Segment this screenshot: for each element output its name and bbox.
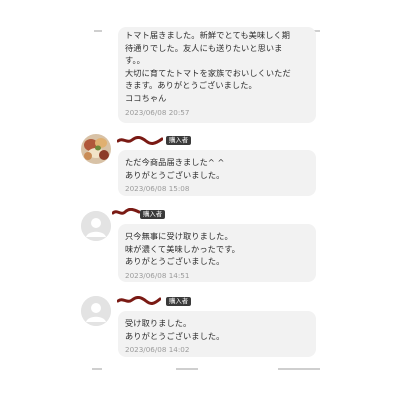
food-photo-avatar[interactable] xyxy=(81,134,111,164)
redacted-username xyxy=(117,296,161,305)
review-bubble: 受け取りました。 ありがとうございました。 2023/06/08 14:02 xyxy=(118,311,316,357)
review-text-line: 待通りでした。友人にも送りたいと思いま xyxy=(125,42,283,53)
bottom-divider-mark xyxy=(278,368,320,370)
review-timestamp: 2023/06/08 20:57 xyxy=(125,107,190,117)
top-divider-mark xyxy=(94,30,102,32)
review-text-line: 味が濃くて美味しかったです。 xyxy=(125,243,240,254)
review-text-line: す。。 xyxy=(125,55,145,66)
review-text-line: ありがとうございました。 xyxy=(125,330,225,341)
bottom-divider-mark xyxy=(92,368,102,370)
default-user-avatar[interactable] xyxy=(81,211,111,241)
review-text-line: 受け取りました。 xyxy=(125,318,192,328)
review-text-line: 大切に育てたトマトを家族でおいしくいただ xyxy=(125,67,291,78)
review-text-line: ありがとうございました。 xyxy=(125,169,225,180)
review-text-line: 只今無事に受け取りました。 xyxy=(125,231,233,241)
review-text-line: きます。ありがとうございました。 xyxy=(125,80,257,91)
buyer-badge: 購入者 xyxy=(166,136,192,145)
redacted-username xyxy=(112,208,140,215)
review-text-line: ありがとうございました。 xyxy=(125,256,225,267)
review-bubble: トマト届きました。新鮮でとても美味しく期 待通りでした。友人にも送りたいと思いま… xyxy=(118,27,316,123)
review-timestamp: 2023/06/08 14:02 xyxy=(125,345,190,355)
buyer-badge: 購入者 xyxy=(166,297,192,306)
bottom-divider-mark xyxy=(176,368,198,370)
redacted-username xyxy=(117,136,163,145)
review-timestamp: 2023/06/08 15:08 xyxy=(125,184,190,194)
review-bubble: ただ今商品届きました^ ^ ありがとうございました。 2023/06/08 15… xyxy=(118,150,316,196)
review-timestamp: 2023/06/08 14:51 xyxy=(125,270,190,280)
review-bubble: 只今無事に受け取りました。 味が濃くて美味しかったです。 ありがとうございました… xyxy=(118,224,316,282)
default-user-avatar[interactable] xyxy=(81,296,111,326)
review-text-line: ただ今商品届きました^ ^ xyxy=(125,157,225,167)
buyer-badge: 購入者 xyxy=(140,210,166,219)
review-text-line: ココちゃん xyxy=(125,92,167,103)
review-text-line: トマト届きました。新鮮でとても美味しく期 xyxy=(125,30,291,40)
